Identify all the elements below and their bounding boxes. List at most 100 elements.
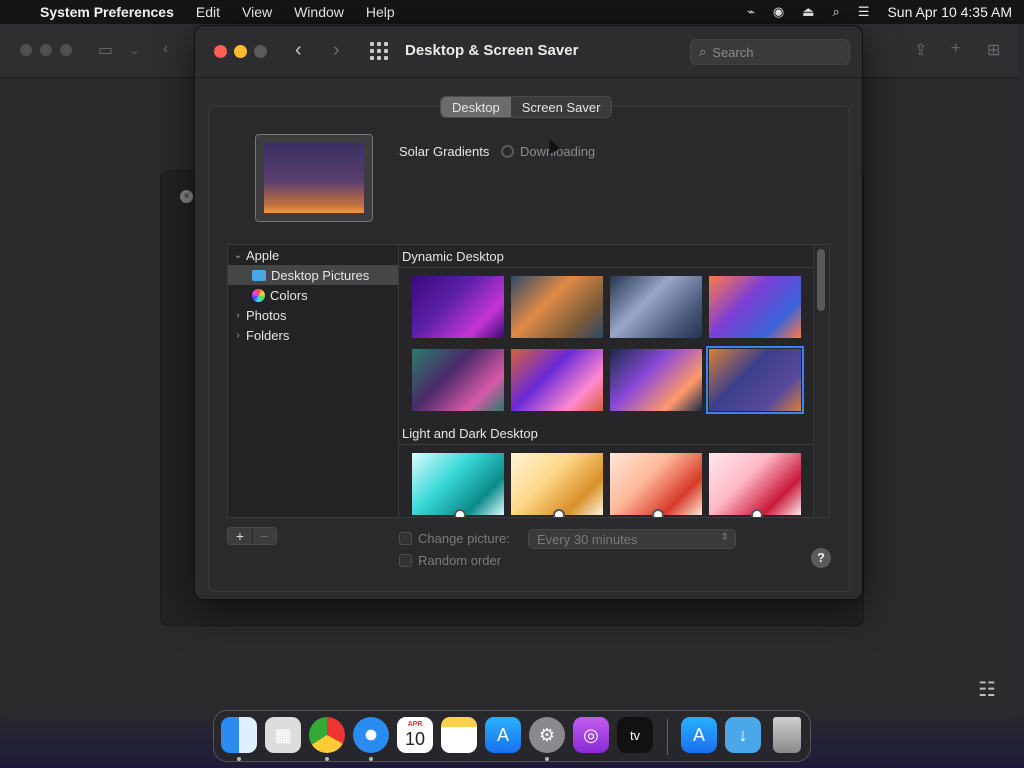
interval-select[interactable]: Every 30 minutes ⇕ xyxy=(528,529,736,549)
segmented-tabs: Desktop Screen Saver xyxy=(440,96,613,118)
wallpaper-thumbnail-catalina-island-day[interactable] xyxy=(511,276,603,338)
show-all-grid-icon[interactable] xyxy=(370,42,388,60)
close-icon[interactable] xyxy=(214,45,227,58)
menu-clock[interactable]: Sun Apr 10 4:35 AM xyxy=(887,4,1012,20)
running-indicator xyxy=(545,757,549,761)
bg-zoom-icon[interactable] xyxy=(60,44,72,56)
folder-icon xyxy=(252,269,266,281)
menu-help[interactable]: Help xyxy=(366,4,395,20)
system-preferences-icon[interactable]: ⚙ xyxy=(529,717,565,753)
wallpaper-thumbnail-big-sur-coast[interactable] xyxy=(709,276,801,338)
sidebar-item-label: Colors xyxy=(270,287,308,303)
tab-screen-saver[interactable]: Screen Saver xyxy=(511,97,612,117)
menu-window[interactable]: Window xyxy=(294,4,344,20)
sidebar-item-desktop-pictures[interactable]: Desktop Pictures xyxy=(228,265,398,285)
remove-folder-button[interactable]: − xyxy=(252,528,276,544)
wallpaper-thumbnail-coral-curves[interactable] xyxy=(610,453,702,517)
trash-icon[interactable] xyxy=(773,717,801,753)
random-order-checkbox[interactable] xyxy=(399,554,412,567)
sidebar-item-folders[interactable]: › Folders xyxy=(228,325,398,345)
share-icon[interactable]: ⇪ xyxy=(914,40,927,60)
gallery-scroll-track[interactable] xyxy=(813,245,829,517)
section-divider xyxy=(399,267,813,268)
wallpaper-thumbnail-pink-curves[interactable] xyxy=(709,453,801,517)
gallery-scrollbar[interactable] xyxy=(817,249,825,311)
spotlight-search-icon[interactable]: ⌕ xyxy=(833,4,840,20)
sidebar-item-label: Folders xyxy=(246,327,290,343)
wallpaper-name: Solar Gradients xyxy=(399,144,490,159)
interval-value: Every 30 minutes xyxy=(537,532,638,547)
app-store-icon[interactable]: A xyxy=(485,717,521,753)
calendar-day-label: 10 xyxy=(404,729,426,749)
podcasts-icon[interactable]: ◎ xyxy=(573,717,609,753)
wallpaper-preview xyxy=(255,134,373,222)
spinner-icon xyxy=(501,145,514,158)
sliders-icon[interactable]: ☷ xyxy=(978,677,996,702)
wallpaper-thumbnail-gold-curves[interactable] xyxy=(511,453,603,517)
calendar-icon[interactable]: APR 10 xyxy=(397,717,433,753)
running-indicator xyxy=(237,757,241,761)
downloads-folder-icon[interactable]: ↓ xyxy=(725,717,761,753)
grid-view-icon[interactable]: ⊞ xyxy=(987,40,1000,60)
wallpaper-thumbnail-big-sur-mountains[interactable] xyxy=(511,349,603,411)
bg-close-icon[interactable] xyxy=(20,44,32,56)
menu-app-name[interactable]: System Preferences xyxy=(40,4,174,20)
user-icon[interactable]: ◉ xyxy=(773,4,784,20)
sidebar-item-colors[interactable]: Colors xyxy=(228,285,398,305)
add-folder-button[interactable]: + xyxy=(228,528,252,544)
calendar-month-label: APR xyxy=(407,721,423,728)
section-title-dynamic: Dynamic Desktop xyxy=(402,249,504,264)
menu-edit[interactable]: Edit xyxy=(196,4,220,20)
plus-icon[interactable]: + xyxy=(951,40,960,58)
back-button[interactable]: ‹ xyxy=(295,39,302,62)
colors-icon xyxy=(252,288,265,302)
safari-icon[interactable] xyxy=(353,717,389,753)
disclosure-open-icon[interactable]: ⌄ xyxy=(230,250,246,261)
chrome-icon[interactable] xyxy=(309,717,345,753)
wallpaper-thumbnail-catalina-island-dusk[interactable] xyxy=(610,276,702,338)
forward-button[interactable]: › xyxy=(333,39,340,62)
sidebar-item-apple[interactable]: ⌄ Apple xyxy=(228,245,398,265)
apple-tv-icon[interactable]: tv xyxy=(617,717,653,753)
random-order-label: Random order xyxy=(418,553,502,568)
menu-view[interactable]: View xyxy=(242,4,272,20)
wifi-icon[interactable]: ⌁ xyxy=(747,4,755,20)
change-picture-checkbox[interactable] xyxy=(399,532,412,545)
back-arrow-icon[interactable]: ‹ xyxy=(163,40,168,58)
wallpaper-thumbnail-monterey-purple[interactable] xyxy=(412,276,504,338)
help-button[interactable]: ? xyxy=(811,548,831,568)
chevron-down-icon[interactable]: ⌄ xyxy=(130,44,139,57)
prefs-toolbar: ‹ › Desktop & Screen Saver ⌕ xyxy=(195,26,862,78)
random-order-row: Random order xyxy=(399,553,501,568)
menu-bar: System Preferences Edit View Window Help… xyxy=(0,0,1024,24)
tab-desktop[interactable]: Desktop xyxy=(441,97,511,117)
notes-icon[interactable] xyxy=(441,717,477,753)
disclosure-closed-icon[interactable]: › xyxy=(230,330,246,341)
disclosure-closed-icon[interactable]: › xyxy=(230,310,246,321)
wallpaper-thumbnail-solar-gradients[interactable] xyxy=(706,346,804,414)
search-input[interactable] xyxy=(712,44,833,60)
sheet-close-icon[interactable]: × xyxy=(180,190,193,203)
eject-icon[interactable]: ⏏ xyxy=(802,4,814,20)
minimize-icon[interactable] xyxy=(234,45,247,58)
light-dark-indicator-icon xyxy=(553,509,565,517)
search-icon: ⌕ xyxy=(699,44,707,59)
window-title: Desktop & Screen Saver xyxy=(405,42,579,59)
wallpaper-thumbnail-big-sur-road[interactable] xyxy=(610,349,702,411)
light-dark-indicator-icon xyxy=(751,509,763,517)
bg-minimize-icon[interactable] xyxy=(40,44,52,56)
sidebar-item-label: Apple xyxy=(246,247,280,263)
wallpaper-thumbnail-teal-curves[interactable] xyxy=(412,453,504,517)
app-store-downloads-icon[interactable]: A xyxy=(681,717,717,753)
finder-icon[interactable] xyxy=(221,717,257,753)
sidebar-item-label: Photos xyxy=(246,307,287,323)
source-list: ⌄ Apple Desktop Pictures Colors › Photos… xyxy=(227,244,399,518)
sidebar-toggle-icon[interactable]: ▭ xyxy=(98,40,113,60)
wallpaper-thumbnail-big-sur-graphic[interactable] xyxy=(412,349,504,411)
zoom-icon[interactable] xyxy=(254,45,267,58)
sidebar-item-photos[interactable]: › Photos xyxy=(228,305,398,325)
light-dark-indicator-icon xyxy=(652,509,664,517)
search-field[interactable]: ⌕ xyxy=(690,39,850,65)
launchpad-icon[interactable]: ▦ xyxy=(265,717,301,753)
control-center-icon[interactable]: ☰ xyxy=(858,4,870,20)
